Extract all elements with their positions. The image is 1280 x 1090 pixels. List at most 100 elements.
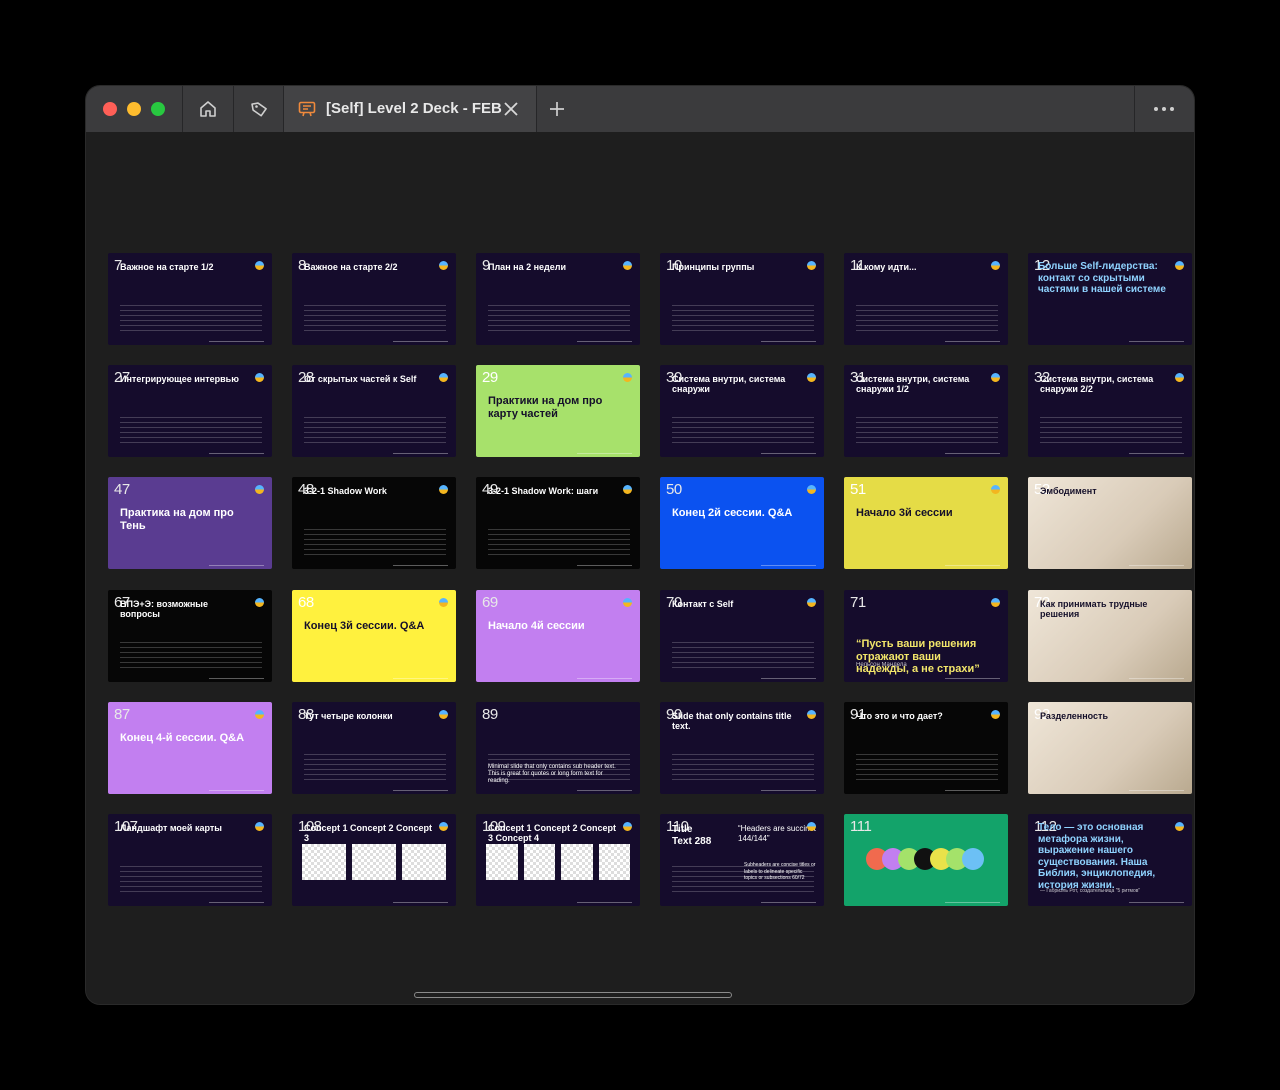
slide-title: Конец 4-й сессии. Q&A [120,732,245,744]
slide-number: 87 [114,706,130,723]
slide-footer [484,902,632,903]
slide-title: Как принимать трудные решения [1040,599,1148,620]
slide-thumbnail[interactable]: 12 Больше Self-лидерства: контакт со скры… [1028,253,1192,345]
slide-thumbnail[interactable]: 28 От скрытых частей к Self [292,365,456,457]
slide-title: Concept 1 Concept 2 Concept 3 [304,823,433,844]
slide-thumbnail[interactable]: 27 Интегрирующее интервью [108,365,272,457]
slide-footer [668,565,816,566]
slide-footer [668,453,816,454]
brand-logo-icon [807,822,816,831]
slide-footer [1036,790,1184,791]
slide-footer [1036,565,1184,566]
slide-title: Начало 3й сессии [856,507,953,519]
slide-thumbnail[interactable]: 10 Принципы группы [660,253,824,345]
close-icon[interactable] [502,100,520,118]
slide-thumbnail[interactable]: 7 Важное на старте 1/2 [108,253,272,345]
slide-thumbnail[interactable]: 107 Ландшафт моей карты [108,814,272,906]
slide-thumbnail[interactable]: 111 [844,814,1008,906]
concept-columns [302,844,446,880]
slide-footer [852,902,1000,903]
slide-number: 89 [482,706,498,723]
slide-thumbnail[interactable]: 50 Конец 2й сессии. Q&A [660,477,824,569]
divider [1134,86,1135,132]
slide-thumbnail[interactable]: 92 Разделенность [1028,702,1192,794]
slide-number: 29 [482,369,498,386]
brand-logo-icon [623,598,632,607]
slide-subheader: Subheaders are concise titles or labels … [744,862,816,881]
horizontal-scrollbar[interactable] [414,992,732,998]
tag-button[interactable] [234,86,284,132]
slide-thumbnail[interactable]: 30 Система внутри, система снаружи [660,365,824,457]
slide-body-lines [488,529,630,555]
slide-thumbnail[interactable]: 31 Система внутри, система снаружи 1/2 [844,365,1008,457]
slide-thumbnail[interactable]: 52 Эмбодимент [1028,477,1192,569]
slide-thumbnail[interactable]: 67 ВПЭ+Э: возможные вопросы [108,590,272,682]
slide-footer [300,341,448,342]
slide-thumbnail[interactable]: 48 3-2-1 Shadow Work [292,477,456,569]
slide-footer [668,790,816,791]
slide-thumbnail[interactable]: 29 Практики на дом про карту частей [476,365,640,457]
brand-logo-icon [1175,373,1184,382]
slide-thumbnail[interactable]: 72 Как принимать трудные решения [1028,590,1192,682]
brand-logo-icon [807,710,816,719]
slide-number: 47 [114,481,130,498]
slide-footer [1036,678,1184,679]
slide-footer [852,678,1000,679]
slide-body-lines [1040,417,1182,443]
slide-title: Эмбодимент [1040,486,1097,496]
slide-footer [116,341,264,342]
app-window: [Self] Level 2 Deck - FEB 7 Важное на ста… [86,86,1194,1004]
zoom-window-button[interactable] [151,102,165,116]
slide-title: Практики на дом про карту частей [488,395,603,420]
tab-deck[interactable]: [Self] Level 2 Deck - FEB [284,86,536,132]
slide-footer [484,341,632,342]
slide-thumbnail[interactable]: 88 Тут четыре колонки [292,702,456,794]
plus-icon[interactable] [548,100,566,118]
more-icon[interactable] [1146,99,1182,119]
slide-thumbnail[interactable]: 90 Slide that only contains title text. [660,702,824,794]
slide-thumbnail[interactable]: 9 План на 2 недели [476,253,640,345]
slide-footer [484,453,632,454]
slide-title: Slide that only contains title text. [672,711,792,732]
slide-thumbnail[interactable]: 108 Concept 1 Concept 2 Concept 3 [292,814,456,906]
slide-footer [852,790,1000,791]
slide-thumbnail[interactable]: 91 Что это и что дает? [844,702,1008,794]
home-icon [200,101,216,117]
slide-title: Принципы группы [672,262,755,272]
brand-logo-icon [255,710,264,719]
slide-thumbnail[interactable]: 69 Начало 4й сессии [476,590,640,682]
slide-thumbnail[interactable]: 32 Система внутри, система снаружи 2/2 [1028,365,1192,457]
slide-thumbnail[interactable]: 71 “Пусть ваши решения отражают ваши наде… [844,590,1008,682]
slide-thumbnail[interactable]: 109 Concept 1 Concept 2 Concept 3 Concept… [476,814,640,906]
slide-footer [300,678,448,679]
slide-thumbnail[interactable]: 11 К кому идти... [844,253,1008,345]
minimize-window-button[interactable] [127,102,141,116]
brand-logo-icon [807,485,816,494]
slide-body-lines [304,305,446,331]
close-window-button[interactable] [103,102,117,116]
slide-thumbnail[interactable]: 110 Title Text 288 “Headers are succinct 1… [660,814,824,906]
slide-thumbnail[interactable]: 47 Практика на дом про Тень [108,477,272,569]
slide-thumbnail[interactable]: 49 3-2-1 Shadow Work: шаги [476,477,640,569]
slide-thumbnail[interactable]: 68 Конец 3й сессии. Q&A [292,590,456,682]
brand-logo-icon [1175,261,1184,270]
brand-logo-icon [807,261,816,270]
slide-title: К кому идти... [856,262,917,272]
brand-logo-icon [623,485,632,494]
slide-thumbnail[interactable]: 112 Тело — это основная метафора жизни, в… [1028,814,1192,906]
slide-thumbnail[interactable]: 70 Контакт с Self [660,590,824,682]
slide-title: Конец 2й сессии. Q&A [672,507,793,519]
slide-thumbnail[interactable]: 8 Важное на старте 2/2 [292,253,456,345]
slide-thumbnail[interactable]: 51 Начало 3й сессии [844,477,1008,569]
slide-title: Важное на старте 2/2 [304,262,398,272]
slide-body-lines [672,305,814,331]
slide-thumbnail[interactable]: 89 Minimal slide that only contains sub h… [476,702,640,794]
slide-title: “Пусть ваши решения отражают ваши надежд… [856,638,980,676]
slide-number: 68 [298,594,314,611]
brand-logo-icon [991,710,1000,719]
slide-thumbnail[interactable]: 87 Конец 4-й сессии. Q&A [108,702,272,794]
home-button[interactable] [183,86,233,132]
slide-footer [300,565,448,566]
slide-footer [116,790,264,791]
slide-body-lines [120,417,262,443]
